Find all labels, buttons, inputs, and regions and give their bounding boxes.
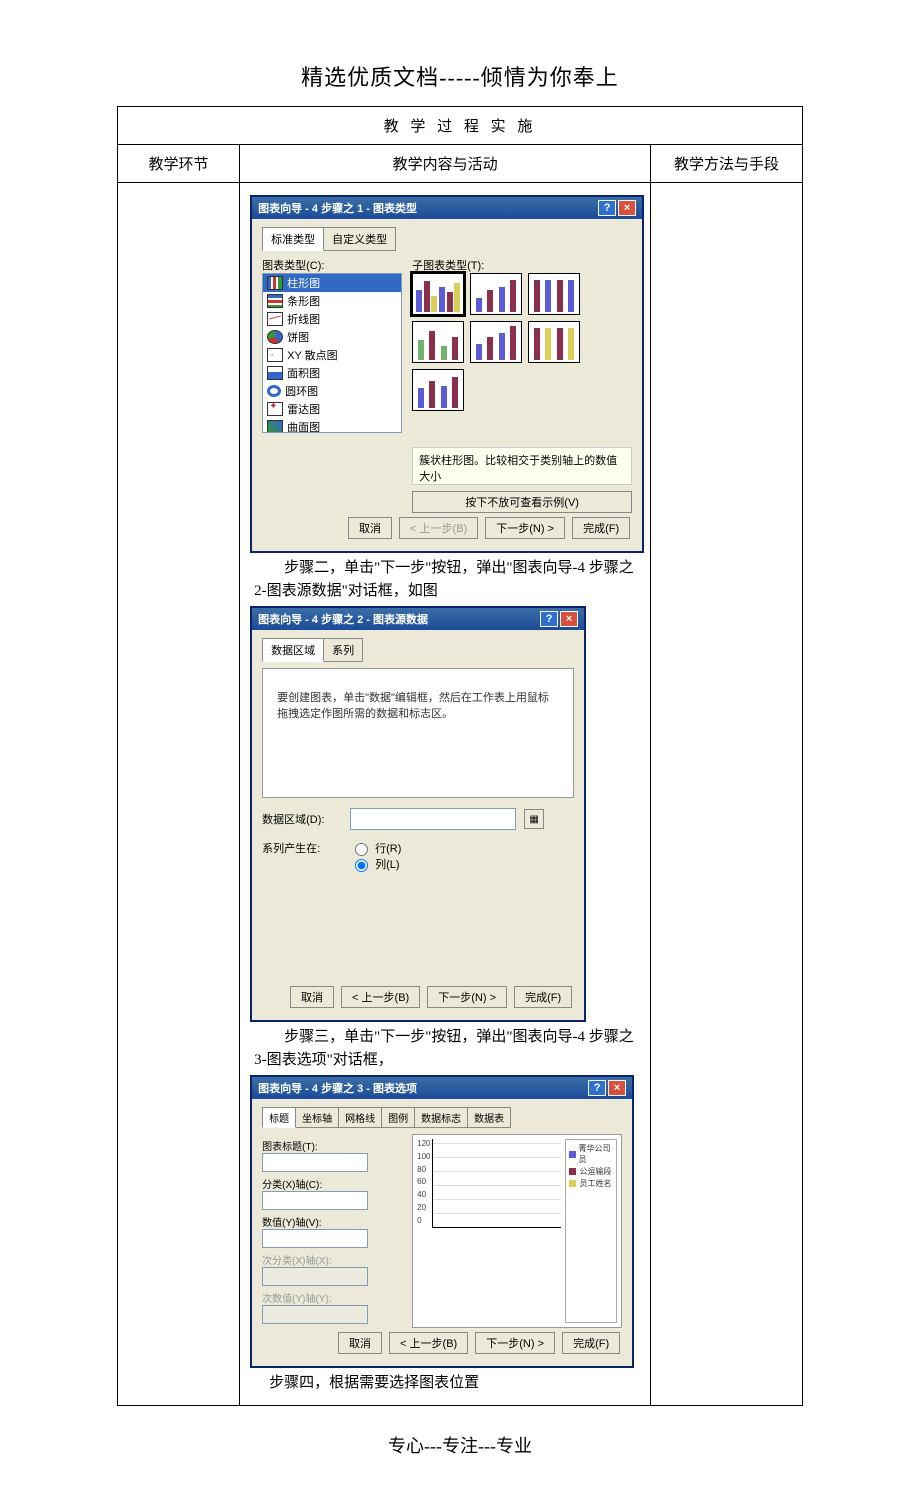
cell-content: 图表向导 - 4 步骤之 1 - 图表类型 ? × 标准类型 自定义类型	[240, 183, 651, 1406]
chart-wizard-step2: 图表向导 - 4 步骤之 2 - 图表源数据 ? × 数据区域 系列	[250, 606, 586, 1022]
finish-button[interactable]: 完成(F)	[572, 517, 630, 539]
tab-axes[interactable]: 坐标轴	[295, 1107, 339, 1128]
finish-button[interactable]: 完成(F)	[514, 986, 572, 1008]
y-axis-ticks: 120 100 80 60 40 20 0	[417, 1139, 432, 1225]
subtype-description: 簇状柱形图。比较相交于类别轴上的数值大小	[412, 447, 632, 485]
surface-chart-icon	[267, 420, 283, 433]
cat-x-input[interactable]	[262, 1191, 368, 1210]
subtype-thumb[interactable]	[528, 321, 580, 363]
radio-cols[interactable]	[355, 859, 368, 872]
data-range-input[interactable]	[350, 808, 516, 830]
list-item: 折线图	[263, 310, 401, 328]
subtype-grid	[412, 273, 632, 411]
column-chart-icon	[267, 276, 283, 290]
list-item: 柱形图	[263, 274, 401, 292]
label-val-y2: 次数值(Y)轴(Y):	[262, 1290, 402, 1305]
help-icon[interactable]: ?	[588, 1080, 606, 1096]
tab-data-range[interactable]: 数据区域	[262, 638, 324, 662]
hint-text: 要创建图表，单击"数据"编辑框，然后在工作表上用鼠标拖拽选定作图所需的数据和标志…	[277, 689, 559, 721]
list-item: 饼图	[263, 328, 401, 346]
chart-wizard-step3: 图表向导 - 4 步骤之 3 - 图表选项 ? × 标题 坐标轴 网格线	[250, 1075, 634, 1368]
radar-chart-icon	[267, 402, 283, 416]
subtype-thumb[interactable]	[470, 273, 522, 315]
chart-title-input[interactable]	[262, 1153, 368, 1172]
subtype-thumb[interactable]	[470, 321, 522, 363]
label-chart-title: 图表标题(T):	[262, 1138, 402, 1153]
next-button[interactable]: 下一步(N) >	[485, 517, 565, 539]
list-item: 曲面图	[263, 418, 401, 433]
list-item: 条形图	[263, 292, 401, 310]
label-cat-x: 分类(X)轴(C):	[262, 1176, 402, 1191]
preview-sample-button[interactable]: 按下不放可查看示例(V)	[412, 491, 632, 513]
label-cat-x2: 次分类(X)轴(X):	[262, 1252, 402, 1267]
val-y2-input	[262, 1305, 368, 1324]
cat-x2-input	[262, 1267, 368, 1286]
subtype-thumb[interactable]	[528, 273, 580, 315]
step-3-text: 步骤三，单击"下一步"按钮，弹出"图表向导-4 步骤之 3-图表选项"对话框，	[254, 1026, 644, 1071]
preview-area: 要创建图表，单击"数据"编辑框，然后在工作表上用鼠标拖拽选定作图所需的数据和标志…	[262, 668, 574, 798]
close-icon[interactable]: ×	[618, 200, 636, 216]
subtype-thumb[interactable]	[412, 369, 464, 411]
bar-chart-icon	[267, 294, 283, 308]
list-item: 面积图	[263, 364, 401, 382]
col-header-1: 教学环节	[118, 145, 240, 183]
back-button[interactable]: < 上一步(B)	[389, 1332, 468, 1354]
page-header: 精选优质文档-----倾情为你奉上	[0, 60, 920, 92]
col-header-2: 教学内容与活动	[240, 145, 651, 183]
label-chart-type: 图表类型(C):	[262, 257, 402, 273]
step-4-text: 步骤四，根据需要选择图表位置	[254, 1372, 644, 1395]
subtype-thumb[interactable]	[412, 321, 464, 363]
tab-gridlines[interactable]: 网格线	[338, 1107, 382, 1128]
back-button: < 上一步(B)	[399, 517, 478, 539]
finish-button[interactable]: 完成(F)	[562, 1332, 620, 1354]
tab-legend[interactable]: 图例	[381, 1107, 415, 1128]
tab-datatable[interactable]: 数据表	[467, 1107, 511, 1128]
area-chart-icon	[267, 366, 283, 380]
label-data-range: 数据区域(D):	[262, 811, 342, 827]
list-item: 雷达图	[263, 400, 401, 418]
dialog-title: 图表向导 - 4 步骤之 1 - 图表类型	[258, 200, 417, 216]
tab-series[interactable]: 系列	[323, 638, 363, 662]
label-subtype: 子图表类型(T):	[412, 257, 632, 273]
dialog-title: 图表向导 - 4 步骤之 2 - 图表源数据	[258, 611, 428, 627]
lesson-table: 教 学 过 程 实 施 教学环节 教学内容与活动 教学方法与手段 图表向导 - …	[117, 106, 803, 1406]
next-button[interactable]: 下一步(N) >	[427, 986, 507, 1008]
cell-stage	[118, 183, 240, 1406]
next-button[interactable]: 下一步(N) >	[475, 1332, 555, 1354]
val-y-input[interactable]	[262, 1229, 368, 1248]
help-icon[interactable]: ?	[540, 611, 558, 627]
cancel-button[interactable]: 取消	[290, 986, 334, 1008]
label-series-in: 系列产生在:	[262, 840, 342, 856]
chart-type-list[interactable]: 柱形图 条形图 折线图 饼图 XY 散点图 面积图 圆环图 雷达图	[262, 273, 402, 433]
tab-titles[interactable]: 标题	[262, 1107, 296, 1128]
cancel-button[interactable]: 取消	[348, 517, 392, 539]
tab-standard[interactable]: 标准类型	[262, 227, 324, 251]
step-2-text: 步骤二，单击"下一步"按钮，弹出"图表向导-4 步骤之 2-图表源数据"对话框，…	[254, 557, 644, 602]
chart-wizard-step1: 图表向导 - 4 步骤之 1 - 图表类型 ? × 标准类型 自定义类型	[250, 195, 644, 553]
back-button[interactable]: < 上一步(B)	[341, 986, 420, 1008]
help-icon[interactable]: ?	[598, 200, 616, 216]
line-chart-icon	[267, 312, 283, 326]
tab-custom[interactable]: 自定义类型	[323, 227, 396, 251]
pie-chart-icon	[267, 330, 283, 344]
radio-rows[interactable]	[355, 843, 368, 856]
subtype-thumb[interactable]	[412, 273, 464, 315]
close-icon[interactable]: ×	[560, 611, 578, 627]
section-title: 教 学 过 程 实 施	[118, 107, 803, 145]
list-item: 圆环图	[263, 382, 401, 400]
close-icon[interactable]: ×	[608, 1080, 626, 1096]
page-footer: 专心---专注---专业	[0, 1432, 920, 1458]
dialog-title: 图表向导 - 4 步骤之 3 - 图表选项	[258, 1080, 417, 1096]
label-val-y: 数值(Y)轴(V):	[262, 1214, 402, 1229]
tab-datalabels[interactable]: 数据标志	[414, 1107, 468, 1128]
range-picker-icon[interactable]: ▦	[524, 809, 544, 829]
donut-chart-icon	[267, 385, 281, 397]
scatter-chart-icon	[267, 348, 283, 362]
col-header-3: 教学方法与手段	[651, 145, 803, 183]
chart-preview: 120 100 80 60 40 20 0	[412, 1134, 622, 1328]
list-item: XY 散点图	[263, 346, 401, 364]
chart-legend: 菁华公司员 公运输段 员工姓名	[565, 1139, 617, 1323]
cell-methods	[651, 183, 803, 1406]
cancel-button[interactable]: 取消	[338, 1332, 382, 1354]
